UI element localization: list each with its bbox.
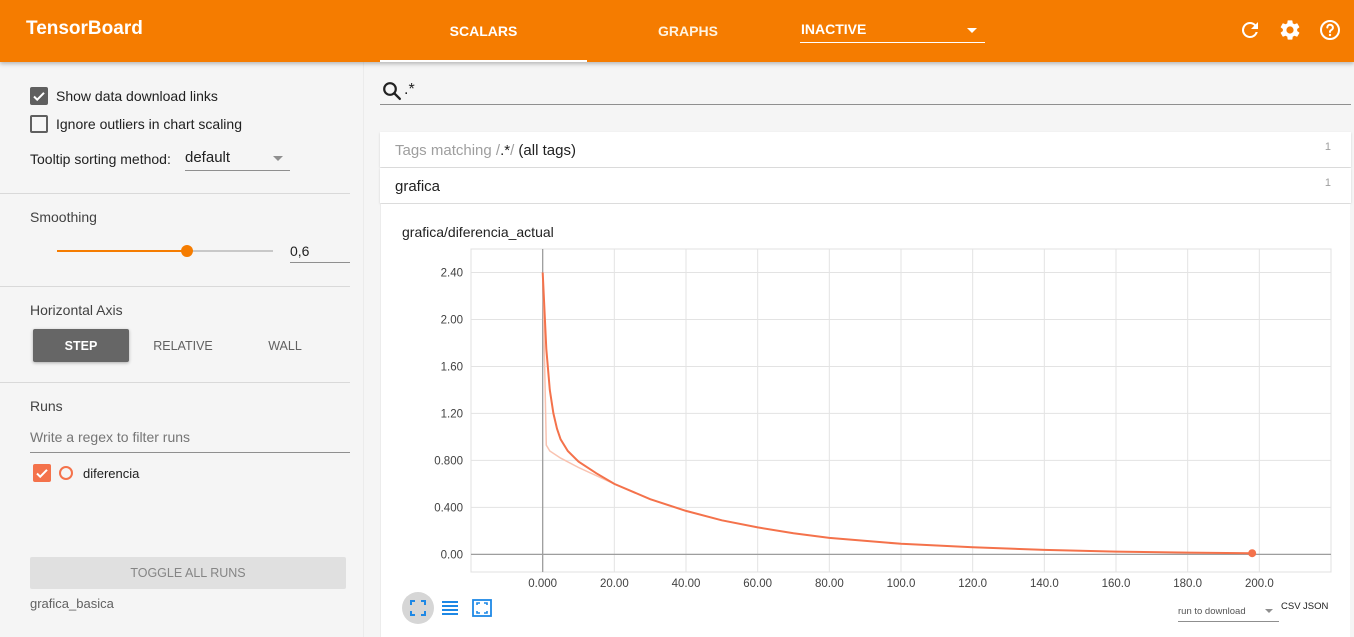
- scalar-card: grafica/diferencia_actual 0.000 20.00 40.0…: [380, 204, 1351, 637]
- ignore-outliers-label: Ignore outliers in chart scaling: [56, 116, 242, 132]
- search-query[interactable]: .*: [404, 81, 415, 99]
- x-tick-label: 200.0: [1245, 578, 1274, 589]
- axis-relative-button[interactable]: RELATIVE: [135, 329, 231, 362]
- checkbox-checked-icon: [30, 87, 48, 105]
- last-point-marker: [1248, 549, 1257, 558]
- refresh-icon[interactable]: [1238, 18, 1262, 42]
- x-tick-label: 60.00: [743, 578, 772, 589]
- run-to-download-select[interactable]: run to download: [1178, 598, 1279, 622]
- runs-title: Runs: [30, 398, 63, 414]
- tooltip-sorting-label: Tooltip sorting method:: [30, 151, 171, 167]
- y-tick-label: 2.40: [441, 267, 463, 279]
- tags-matching-regex: .*: [500, 142, 511, 159]
- fit-domain-icon[interactable]: [402, 592, 434, 624]
- smoothing-slider[interactable]: [57, 245, 273, 257]
- x-tick-label: 80.00: [815, 578, 844, 589]
- runs-filter-input[interactable]: [30, 429, 350, 445]
- y-tick-label: 0.800: [434, 455, 463, 467]
- toggle-all-runs-button[interactable]: TOGGLE ALL RUNS: [30, 557, 346, 589]
- download-json-link[interactable]: JSON: [1303, 601, 1328, 612]
- x-tick-label: 120.0: [958, 578, 987, 589]
- chevron-down-icon: [967, 28, 977, 33]
- tags-count: 1: [1324, 141, 1331, 153]
- chart-title: grafica/diferencia_actual: [402, 224, 554, 240]
- chevron-down-icon: [1265, 609, 1273, 613]
- tooltip-sorting-value: default: [185, 149, 231, 166]
- search-icon: [383, 82, 401, 100]
- category-grafica-header[interactable]: grafica 1: [380, 168, 1351, 203]
- axis-step-button[interactable]: STEP: [33, 329, 129, 362]
- x-tick-label: 40.00: [672, 578, 701, 589]
- top-bar: TensorBoard SCALARS GRAPHS INACTIVE: [0, 0, 1354, 62]
- y-tick-label: 1.20: [441, 408, 463, 420]
- run-checkbox-checked-icon[interactable]: [33, 464, 51, 482]
- inactive-select-label: INACTIVE: [801, 21, 867, 37]
- x-tick-label: 20.00: [600, 578, 629, 589]
- ignore-outliers-checkbox[interactable]: Ignore outliers in chart scaling: [30, 115, 242, 133]
- tag-search-field[interactable]: .*: [380, 78, 1351, 105]
- scalar-chart[interactable]: 0.000 20.00 40.00 60.00 80.00 100.0 120.0 140.0…: [381, 244, 1351, 589]
- scalar-card-body: grafica/diferencia_actual 0.000 20.00 40.0…: [380, 204, 1350, 637]
- tags-matching-bar[interactable]: Tags matching /.*/ (all tags) 1: [380, 132, 1351, 167]
- y-tick-label: 0.00: [441, 549, 463, 561]
- show-download-links-checkbox[interactable]: Show data download links: [30, 87, 218, 105]
- runs-filter-field[interactable]: [30, 429, 350, 453]
- category-name: grafica: [395, 178, 441, 195]
- all-tags-label: (all tags): [518, 142, 576, 159]
- y-tick-label: 2.00: [441, 314, 463, 326]
- tags-matching-prefix: Tags matching /: [395, 142, 501, 159]
- tab-graphs[interactable]: GRAPHS: [588, 0, 788, 62]
- smoothing-slider-knob[interactable]: [180, 245, 193, 257]
- x-tick-label: 160.0: [1102, 578, 1131, 589]
- logdir-label: grafica_basica: [30, 596, 114, 611]
- tab-scalars-label: SCALARS: [449, 23, 518, 39]
- help-icon[interactable]: [1318, 18, 1342, 42]
- download-csv-link[interactable]: CSV: [1281, 601, 1301, 612]
- x-tick-label: 0.000: [528, 578, 557, 589]
- x-tick-label: 140.0: [1030, 578, 1059, 589]
- axis-wall-button[interactable]: WALL: [237, 329, 333, 362]
- run-color-circle-icon: [59, 466, 73, 480]
- show-download-links-label: Show data download links: [56, 88, 218, 104]
- smoothing-slider-fill: [57, 250, 187, 252]
- settings-icon[interactable]: [1278, 18, 1302, 42]
- category-count: 1: [1324, 177, 1331, 189]
- x-tick-label: 100.0: [887, 578, 916, 589]
- smoothing-title: Smoothing: [30, 209, 97, 225]
- inactive-dashboards-select[interactable]: INACTIVE: [800, 18, 985, 43]
- tags-matching-text: Tags matching /.*/ (all tags): [395, 142, 576, 159]
- tab-scalars[interactable]: SCALARS: [380, 0, 587, 62]
- tags-matching-suffix: /: [510, 142, 515, 159]
- tooltip-sorting-select[interactable]: default: [185, 148, 290, 171]
- tab-graphs-label: GRAPHS: [658, 23, 718, 39]
- sidebar: Show data download links Ignore outliers…: [0, 62, 364, 637]
- run-to-download-label: run to download: [1178, 606, 1246, 617]
- smoothing-input[interactable]: 0,6: [290, 240, 350, 263]
- checkbox-unchecked-icon: [30, 115, 48, 133]
- x-tick-label: 180.0: [1173, 578, 1202, 589]
- run-name-label: diferencia: [83, 465, 140, 481]
- chevron-down-icon: [273, 156, 283, 161]
- toggle-log-scale-icon[interactable]: [434, 592, 466, 624]
- settings-section: Show data download links Ignore outliers…: [0, 62, 350, 194]
- expand-chart-icon[interactable]: [466, 592, 498, 624]
- y-tick-label: 1.60: [441, 361, 463, 373]
- y-tick-label: 0.400: [434, 502, 463, 514]
- active-tab-indicator: [380, 60, 587, 62]
- run-item-diferencia[interactable]: diferencia: [33, 464, 139, 482]
- horizontal-axis-title: Horizontal Axis: [30, 302, 123, 318]
- app-title: TensorBoard: [26, 18, 143, 39]
